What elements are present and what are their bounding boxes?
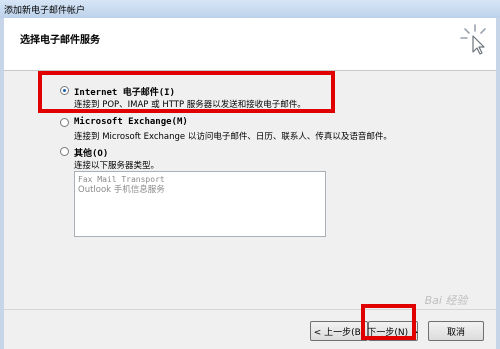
option-microsoft-exchange[interactable]: Microsoft Exchange(M) 连接到 Microsoft Exch… <box>60 117 440 142</box>
wizard-footer: < 上一步(B) 下一步(N) > 取消 <box>4 309 496 349</box>
list-item[interactable]: Outlook 手机信息服务 <box>75 185 325 196</box>
page-title: 选择电子邮件服务 <box>20 35 100 46</box>
cancel-button[interactable]: 取消 <box>428 321 484 341</box>
window-title: 添加新电子邮件帐户 <box>4 6 86 16</box>
radio-internet-email[interactable] <box>60 86 69 95</box>
option-label: Microsoft Exchange(M) <box>74 117 188 127</box>
radio-other[interactable] <box>60 147 69 156</box>
option-label: 其他(O) <box>74 149 109 159</box>
option-description: 连接以下服务器类型。 <box>74 161 160 171</box>
back-button[interactable]: < 上一步(B) <box>310 321 368 341</box>
wizard-content: Internet 电子邮件(I) 连接到 POP、IMAP 或 HTTP 服务器… <box>4 71 496 309</box>
option-label: Internet 电子邮件(I) <box>74 88 176 98</box>
radio-microsoft-exchange[interactable] <box>60 118 69 127</box>
other-services-list[interactable]: Fax Mail Transport Outlook 手机信息服务 <box>74 171 326 237</box>
title-bar: 添加新电子邮件帐户 <box>0 0 500 18</box>
option-internet-email[interactable]: Internet 电子邮件(I) 连接到 POP、IMAP 或 HTTP 服务器… <box>60 85 330 110</box>
wizard-cursor-icon <box>460 24 486 55</box>
wizard-header: 选择电子邮件服务 <box>4 18 496 71</box>
add-email-account-dialog: 添加新电子邮件帐户 选择电子邮件服务 Internet 电子邮件(I) 连接到 … <box>0 0 500 349</box>
list-item[interactable]: Fax Mail Transport <box>75 174 325 185</box>
watermark: Bai 经验 <box>398 289 494 311</box>
option-description: 连接到 POP、IMAP 或 HTTP 服务器以发送和接收电子邮件。 <box>74 100 306 110</box>
option-other[interactable]: 其他(O) 连接以下服务器类型。 <box>60 146 260 171</box>
watermark-text: Bai 经验 <box>424 294 468 307</box>
option-description: 连接到 Microsoft Exchange 以访问电子邮件、日历、联系人、传真… <box>74 132 392 142</box>
